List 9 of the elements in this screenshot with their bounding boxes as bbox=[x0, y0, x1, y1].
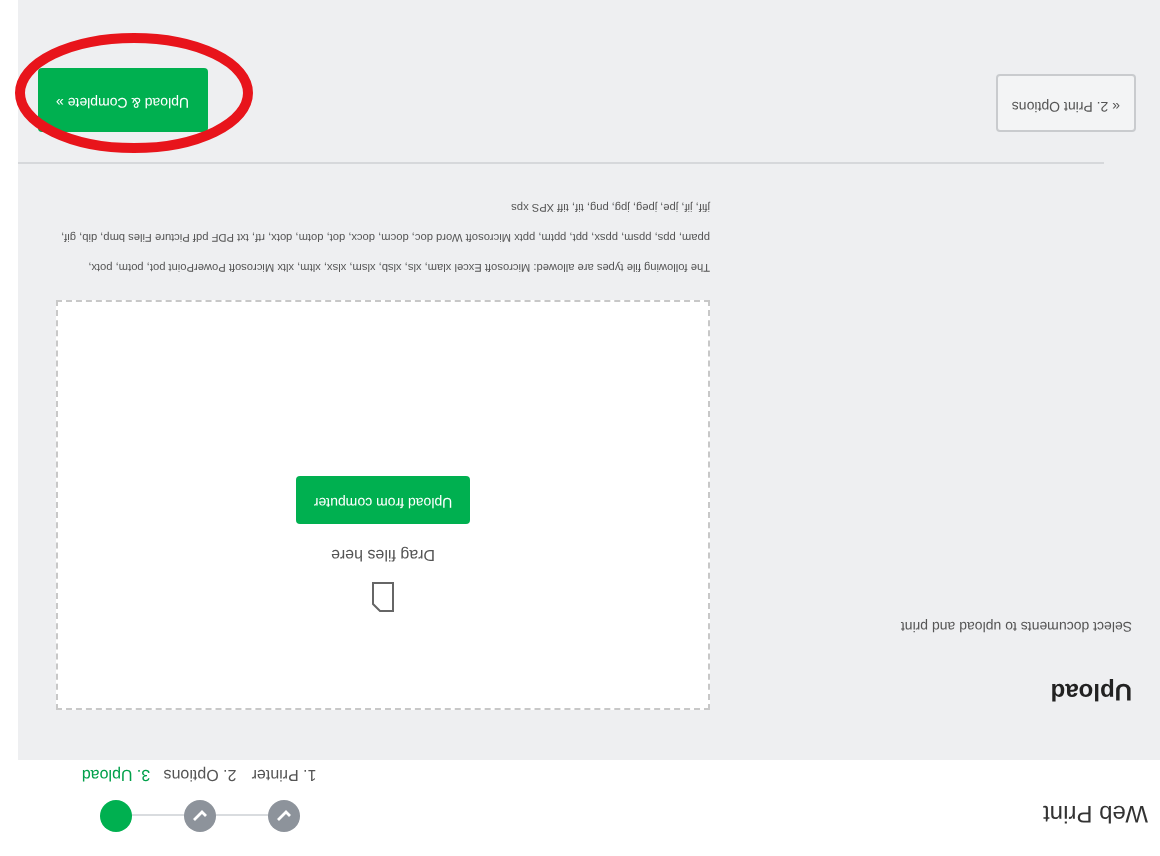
app-title: Web Print bbox=[1043, 798, 1148, 832]
step-label: 2. Options bbox=[163, 764, 237, 786]
section-title: Upload bbox=[1048, 676, 1132, 710]
step-label: 3. Upload bbox=[81, 764, 151, 786]
step-label: 1. Printer bbox=[251, 764, 317, 786]
check-icon bbox=[276, 808, 292, 824]
check-icon bbox=[192, 808, 208, 824]
file-icon bbox=[372, 582, 394, 612]
drag-hint: Drag files here bbox=[330, 544, 436, 566]
